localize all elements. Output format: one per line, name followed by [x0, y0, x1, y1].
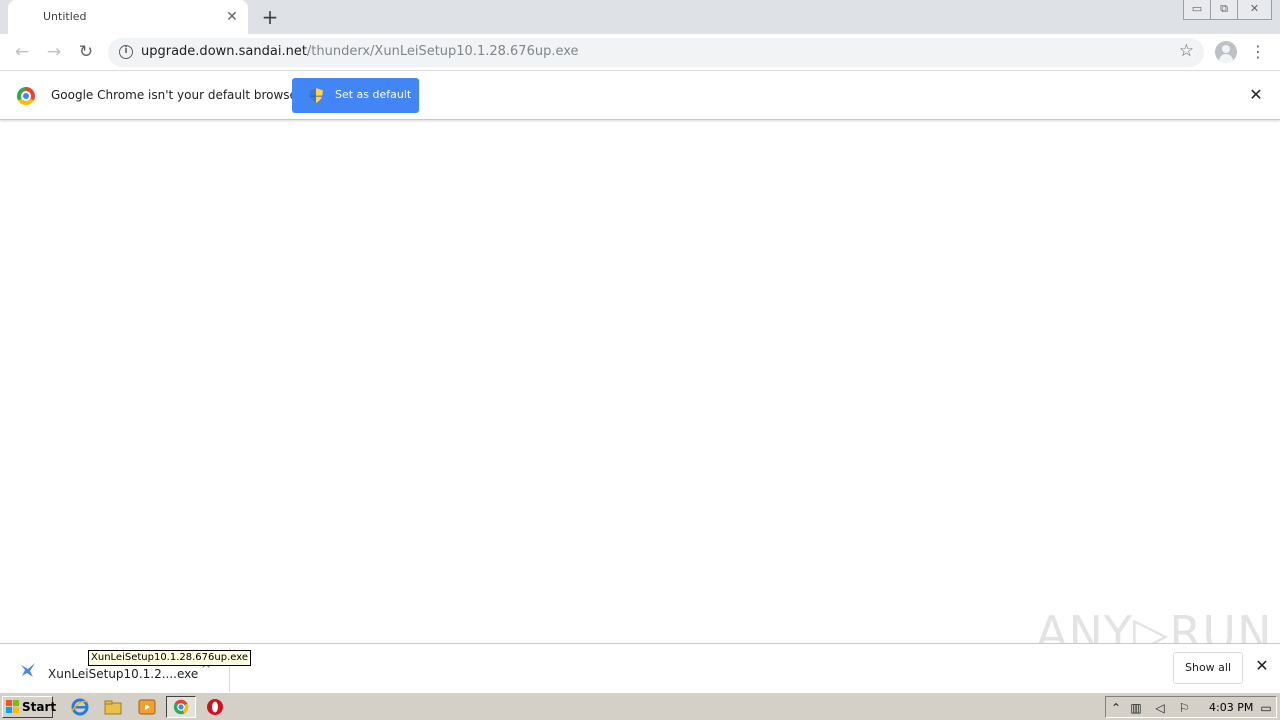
xunlei-file-icon — [21, 663, 35, 677]
tab-title: Untitled — [43, 10, 87, 23]
browser-toolbar: ← → ↻ i upgrade.down.sandai.net/thunderx… — [0, 34, 1280, 71]
url-host: upgrade.down.sandai.net — [141, 44, 307, 59]
close-window-button[interactable]: ✕ — [1237, 0, 1272, 20]
opera-icon[interactable] — [205, 697, 225, 717]
tab-untitled[interactable]: Untitled ✕ — [8, 0, 248, 34]
restore-icon: ⧉ — [1220, 2, 1228, 15]
back-arrow-icon[interactable]: ← — [10, 40, 34, 64]
info-icon[interactable]: i — [119, 45, 133, 59]
download-tooltip: XunLeiSetup10.1.28.676up.exe — [88, 650, 251, 666]
file-explorer-icon[interactable] — [103, 697, 123, 717]
minimize-button[interactable]: ▭ — [1183, 0, 1211, 20]
more-menu-icon[interactable]: ⋮ — [1250, 40, 1266, 64]
windows-flag-icon — [6, 700, 19, 713]
show-desktop-icon[interactable]: ▭ — [1258, 700, 1274, 716]
set-as-default-label: Set as default — [335, 88, 412, 101]
network-icon[interactable]: ▥ — [1128, 700, 1144, 716]
chrome-logo-icon — [17, 87, 35, 105]
start-button[interactable]: Start — [2, 696, 57, 718]
internet-explorer-icon[interactable] — [70, 697, 90, 717]
forward-arrow-icon[interactable]: → — [42, 40, 66, 64]
windows-taskbar: Start ⌃ ▥ ◁ ⚐ 4:03 PM ▭ — [0, 692, 1280, 720]
address-bar[interactable]: i upgrade.down.sandai.net/thunderx/XunLe… — [108, 38, 1204, 67]
shelf-close-icon[interactable]: ✕ — [1254, 658, 1270, 674]
chrome-taskbar-button[interactable] — [166, 696, 196, 718]
bookmark-star-icon[interactable]: ☆ — [1179, 41, 1194, 61]
start-label: Start — [22, 700, 57, 714]
close-icon: ✕ — [1249, 2, 1260, 15]
restore-button[interactable]: ⧉ — [1210, 0, 1238, 20]
url-text[interactable]: upgrade.down.sandai.net/thunderx/XunLeiS… — [141, 44, 579, 59]
infobar-close-icon[interactable]: ✕ — [1248, 87, 1264, 103]
media-player-icon[interactable] — [137, 697, 157, 717]
clock[interactable]: 4:03 PM — [1209, 701, 1253, 714]
tab-close-icon[interactable]: ✕ — [224, 9, 240, 25]
new-tab-icon[interactable]: + — [259, 6, 281, 28]
tab-strip: Untitled ✕ + ▭ ⧉ ✕ — [0, 0, 1280, 34]
reload-icon[interactable]: ↻ — [74, 40, 98, 64]
shield-icon — [309, 88, 323, 103]
tray-expand-icon[interactable]: ⌃ — [1108, 700, 1124, 716]
minimize-icon: ▭ — [1191, 2, 1203, 15]
profile-avatar-icon[interactable] — [1215, 41, 1237, 63]
volume-icon[interactable]: ◁ — [1152, 700, 1168, 716]
set-as-default-button[interactable]: Set as default — [292, 78, 419, 113]
show-all-button[interactable]: Show all — [1173, 652, 1243, 684]
action-center-flag-icon[interactable]: ⚐ — [1176, 700, 1192, 716]
chrome-icon — [173, 699, 189, 715]
infobar-message: Google Chrome isn't your default browser — [51, 88, 302, 102]
default-browser-infobar: Google Chrome isn't your default browser… — [0, 72, 1280, 120]
url-path: /thunderx/XunLeiSetup10.1.28.676up.exe — [306, 44, 579, 59]
download-file-name: XunLeiSetup10.1.2....exe — [48, 667, 199, 681]
system-tray: ⌃ ▥ ◁ ⚐ 4:03 PM ▭ — [1105, 696, 1277, 718]
